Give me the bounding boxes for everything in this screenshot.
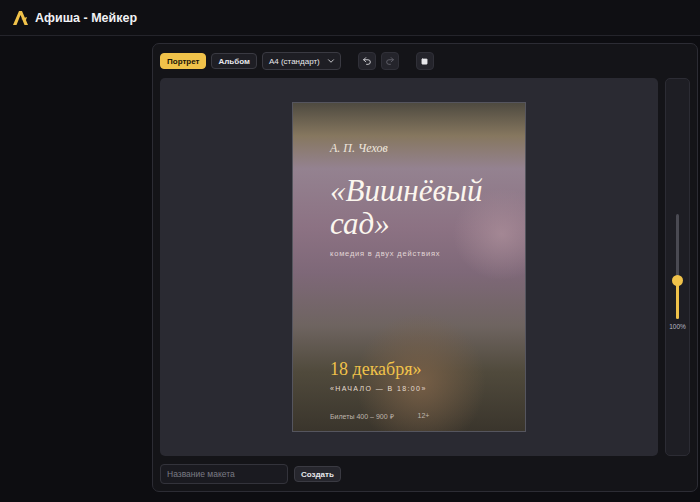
poster[interactable]: А. П. Чехов «Вишнёвый сад» комедия в двух … xyxy=(292,102,526,432)
bottom-row: Создать xyxy=(160,464,690,484)
header: Афиша - Мейкер xyxy=(0,0,700,36)
poster-start[interactable]: «НАЧАЛО — В 18:00» xyxy=(330,385,511,392)
app-window: Афиша - Мейкер Портрет Альбом A4 (стандарт)… xyxy=(0,0,700,502)
app-title: Афиша - Мейкер xyxy=(35,11,137,25)
editor-panel: Портрет Альбом A4 (стандарт) А. П. Чехов «Ви… xyxy=(152,43,698,492)
logo-icon xyxy=(12,10,29,26)
poster-footer: Билеты 400 – 900 ₽ 12+ xyxy=(330,412,511,421)
layout-name-input[interactable] xyxy=(160,464,288,484)
toolbar: Портрет Альбом A4 (стандарт) xyxy=(160,52,690,70)
zoom-fill xyxy=(676,281,679,319)
poster-title[interactable]: «Вишнёвый сад» xyxy=(330,174,500,241)
undo-icon xyxy=(362,56,372,66)
zoom-reading: 100% xyxy=(669,323,686,330)
zoom-panel: 100% xyxy=(665,78,690,456)
orientation-button[interactable]: Портрет xyxy=(160,53,206,69)
square-icon xyxy=(421,58,428,65)
redo-icon xyxy=(385,56,395,66)
redo-button[interactable] xyxy=(381,52,399,70)
body: Портрет Альбом A4 (стандарт) А. П. Чехов «Ви… xyxy=(0,36,700,502)
orientation-button[interactable]: Альбом xyxy=(211,53,256,69)
poster-subtitle[interactable]: комедия в двух действиях xyxy=(330,249,511,258)
create-button[interactable]: Создать xyxy=(294,466,341,482)
poster-date[interactable]: 18 декабря» xyxy=(330,359,511,380)
poster-age[interactable]: 12+ xyxy=(418,412,430,421)
format-select[interactable]: A4 (стандарт) xyxy=(262,52,341,70)
poster-author[interactable]: А. П. Чехов xyxy=(330,141,511,156)
sidebar xyxy=(0,43,152,492)
chevron-down-icon xyxy=(326,56,336,66)
frame-button[interactable] xyxy=(416,52,434,70)
work-area: А. П. Чехов «Вишнёвый сад» комедия в двух … xyxy=(160,78,690,456)
canvas: А. П. Чехов «Вишнёвый сад» комедия в двух … xyxy=(160,78,658,456)
zoom-thumb[interactable] xyxy=(672,275,683,286)
format-value: A4 (стандарт) xyxy=(269,57,320,66)
poster-tickets[interactable]: Билеты 400 – 900 ₽ xyxy=(330,412,394,421)
zoom-slider[interactable] xyxy=(676,214,679,319)
undo-button[interactable] xyxy=(358,52,376,70)
